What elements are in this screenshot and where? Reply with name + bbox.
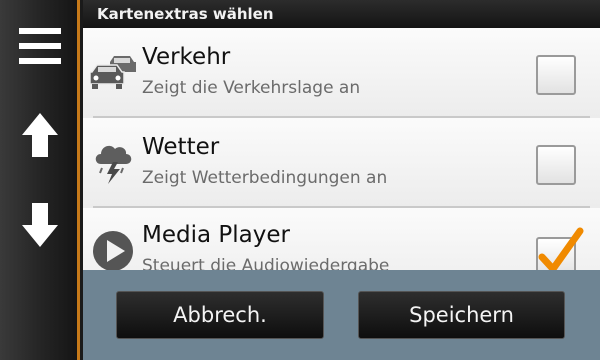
item-title: Wetter bbox=[142, 134, 220, 160]
list-item-weather[interactable]: Wetter Zeigt Wetterbedingungen an bbox=[83, 118, 600, 208]
map-extras-screen: Kartenextras wählen Verkehr Zeigt die Ve… bbox=[0, 0, 600, 360]
item-title: Verkehr bbox=[142, 44, 231, 70]
item-subtitle: Steuert die Audiowiedergabe bbox=[142, 256, 390, 270]
menu-button[interactable] bbox=[0, 22, 80, 70]
page-title: Kartenextras wählen bbox=[83, 0, 600, 28]
hamburger-menu-icon bbox=[19, 28, 61, 64]
list-item-traffic[interactable]: Verkehr Zeigt die Verkehrslage an bbox=[83, 28, 600, 118]
traffic-cars-icon bbox=[89, 50, 137, 96]
scroll-up-button[interactable] bbox=[0, 108, 80, 162]
traffic-checkbox[interactable] bbox=[536, 55, 576, 95]
item-subtitle: Zeigt Wetterbedingungen an bbox=[142, 168, 388, 188]
side-rail bbox=[0, 0, 80, 360]
cancel-button[interactable]: Abbrech. bbox=[116, 291, 324, 339]
arrow-down-icon bbox=[22, 203, 58, 247]
scroll-down-button[interactable] bbox=[0, 198, 80, 252]
list-item-media-player[interactable]: Media Player Steuert die Audiowiedergabe bbox=[83, 208, 600, 270]
extras-list: Verkehr Zeigt die Verkehrslage an Wetter… bbox=[83, 28, 600, 270]
weather-checkbox[interactable] bbox=[536, 145, 576, 185]
arrow-up-icon bbox=[22, 113, 58, 157]
action-bar: Abbrech. Speichern bbox=[83, 270, 600, 360]
save-button[interactable]: Speichern bbox=[358, 291, 565, 339]
media-player-checkbox[interactable] bbox=[536, 227, 584, 270]
item-title: Media Player bbox=[142, 222, 290, 248]
item-subtitle: Zeigt die Verkehrslage an bbox=[142, 78, 361, 98]
thunderstorm-icon bbox=[89, 140, 137, 186]
play-icon bbox=[89, 228, 137, 270]
checkmark-icon bbox=[538, 227, 584, 270]
